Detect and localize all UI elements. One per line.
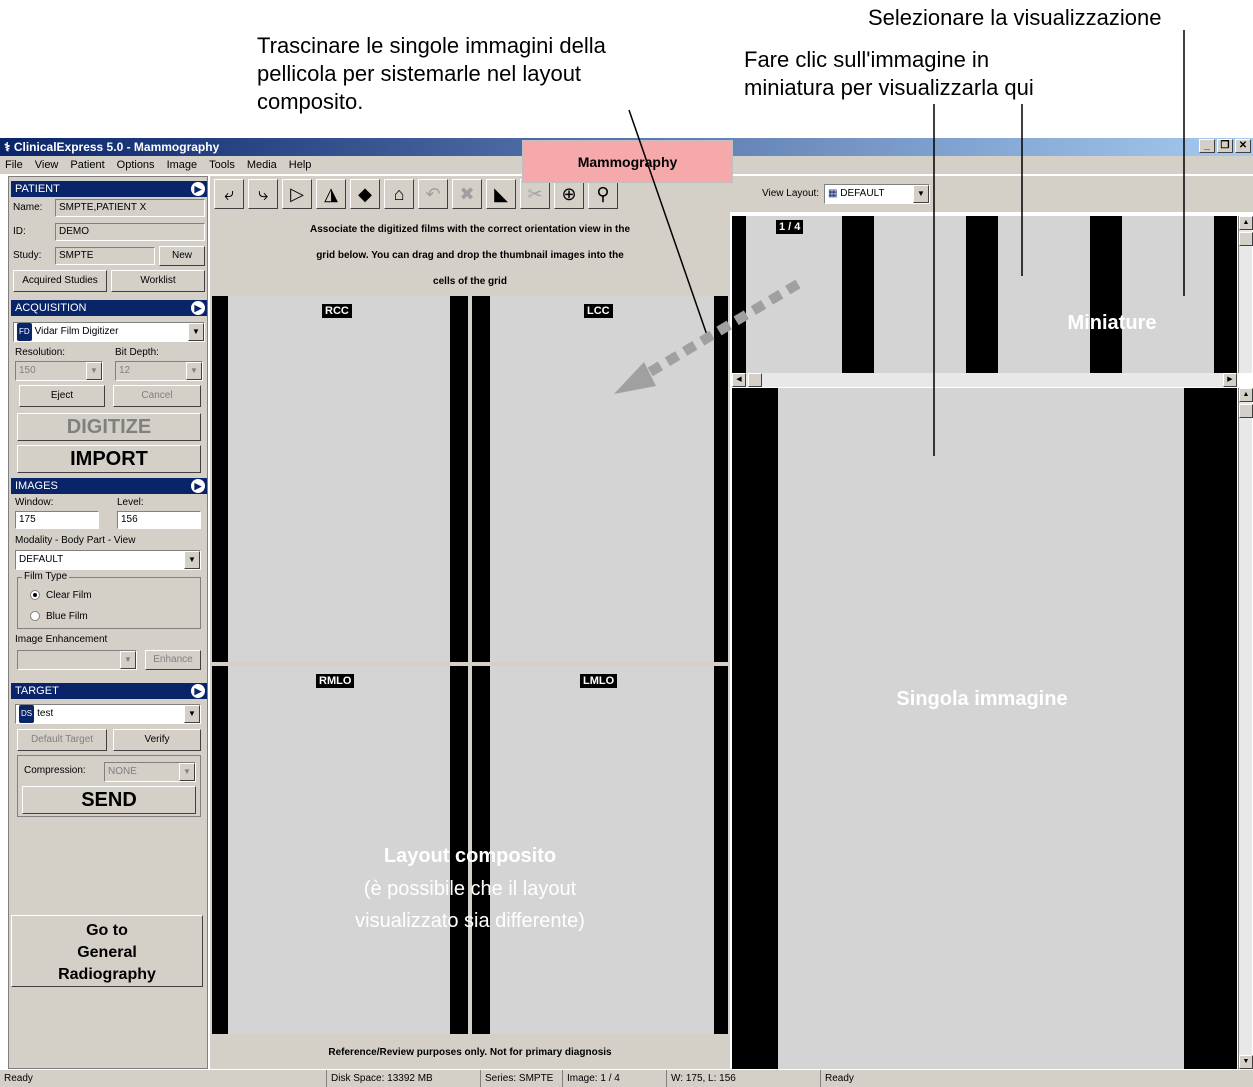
- status-disk-space: Disk Space: 13392 MB: [326, 1070, 433, 1087]
- status-window-level: W: 175, L: 156: [666, 1070, 736, 1087]
- status-series: Series: SMPTE: [480, 1070, 553, 1087]
- drag-arrow-shaft: [637, 279, 801, 383]
- status-image: Image: 1 / 4: [562, 1070, 620, 1087]
- status-bar: Ready Disk Space: 13392 MB Series: SMPTE…: [0, 1070, 1253, 1087]
- status-ready-left: Ready: [4, 1073, 33, 1084]
- status-ready-right: Ready: [820, 1070, 854, 1087]
- callout-line-drag: [628, 109, 709, 339]
- annotation-callouts: [614, 30, 1185, 456]
